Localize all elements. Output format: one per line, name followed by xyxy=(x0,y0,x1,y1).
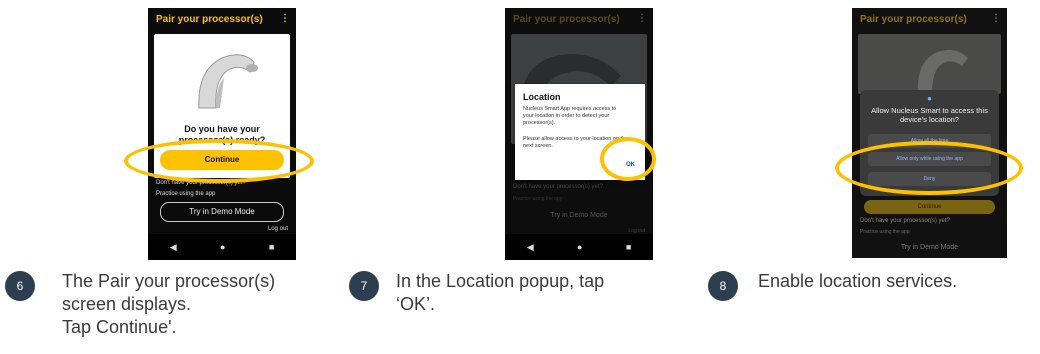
permission-dialog: ● Allow Nucleus Smart to access this dev… xyxy=(860,90,999,196)
practice-text: Practice using the app xyxy=(513,196,563,202)
dialog-body: Nucleus Smart App requires access to you… xyxy=(523,106,617,126)
demo-prompt: Don't have your processor(s) yet? xyxy=(860,218,950,224)
step-7-caption: In the Location popup, tap ‘OK’. xyxy=(396,271,605,314)
screen-title: Pair your processor(s) xyxy=(513,14,620,25)
step-8-screenshot: Pair your processor(s) ⋮ ● Allow Nucleus… xyxy=(852,8,1007,258)
step-8-caption: Enable location services. xyxy=(758,271,958,291)
ok-button[interactable]: OK xyxy=(626,162,635,168)
android-nav-bar: ◀ ● ■ xyxy=(148,234,296,260)
recents-icon[interactable]: ■ xyxy=(626,242,631,252)
back-icon[interactable]: ◀ xyxy=(170,242,177,253)
screen-title: Pair your processor(s) xyxy=(860,14,967,25)
continue-button[interactable]: Continue xyxy=(160,150,284,170)
dialog-title: Location xyxy=(523,92,561,102)
recents-icon[interactable]: ■ xyxy=(269,242,274,252)
step-number-badge: 7 xyxy=(349,271,379,301)
home-icon[interactable]: ● xyxy=(220,242,225,252)
option-allow-always[interactable]: Allow all the time xyxy=(868,134,991,148)
location-pin-icon: ● xyxy=(927,94,932,103)
processor-card xyxy=(858,34,1001,94)
demo-prompt: Don't have your processor(s) yet? xyxy=(513,184,603,190)
dialog-body-2: Please allow access to your location on … xyxy=(523,136,629,149)
app-bar: Pair your processor(s) ⋮ xyxy=(148,8,296,32)
practice-text: Practice using the app xyxy=(156,191,216,197)
try-demo-button[interactable]: Try in Demo Mode xyxy=(160,202,284,222)
app-bar: Pair your processor(s) ⋮ xyxy=(852,8,1007,32)
step-7-screenshot: Pair your processor(s) ⋮ Location Nucleu… xyxy=(505,8,653,260)
overflow-menu-icon[interactable]: ⋮ xyxy=(991,13,1001,24)
processor-image xyxy=(198,54,258,109)
continue-button[interactable]: Continue xyxy=(864,200,995,214)
step-6-screenshot: Pair your processor(s) ⋮ Do you have you… xyxy=(148,8,296,260)
back-icon[interactable]: ◀ xyxy=(527,242,534,253)
app-bar: Pair your processor(s) ⋮ xyxy=(505,8,653,32)
option-deny[interactable]: Deny xyxy=(868,172,991,186)
option-allow-while-using[interactable]: Allow only while using the app xyxy=(868,152,991,166)
location-dialog: Location Nucleus Smart App requires acce… xyxy=(515,84,645,180)
try-demo-button[interactable]: Try in Demo Mode xyxy=(864,241,995,255)
demo-prompt: Don't have your processor(s) yet? xyxy=(156,180,246,186)
try-demo-button[interactable]: Try in Demo Mode xyxy=(517,208,641,224)
android-nav-bar: ◀ ● ■ xyxy=(505,234,653,260)
step-number-badge: 8 xyxy=(708,271,738,301)
logout-link[interactable]: Log out xyxy=(268,226,288,232)
screen-title: Pair your processor(s) xyxy=(156,14,263,25)
question-text: Do you have your processor(s) ready? xyxy=(178,124,266,145)
overflow-menu-icon[interactable]: ⋮ xyxy=(280,13,290,24)
permission-question: Allow Nucleus Smart to access this devic… xyxy=(871,106,988,124)
step-number-badge: 6 xyxy=(5,271,35,301)
practice-text: Practice using the app xyxy=(860,229,910,235)
overflow-menu-icon[interactable]: ⋮ xyxy=(637,13,647,24)
home-icon[interactable]: ● xyxy=(577,242,582,252)
step-6-caption: The Pair your processor(s) screen displa… xyxy=(62,271,276,337)
